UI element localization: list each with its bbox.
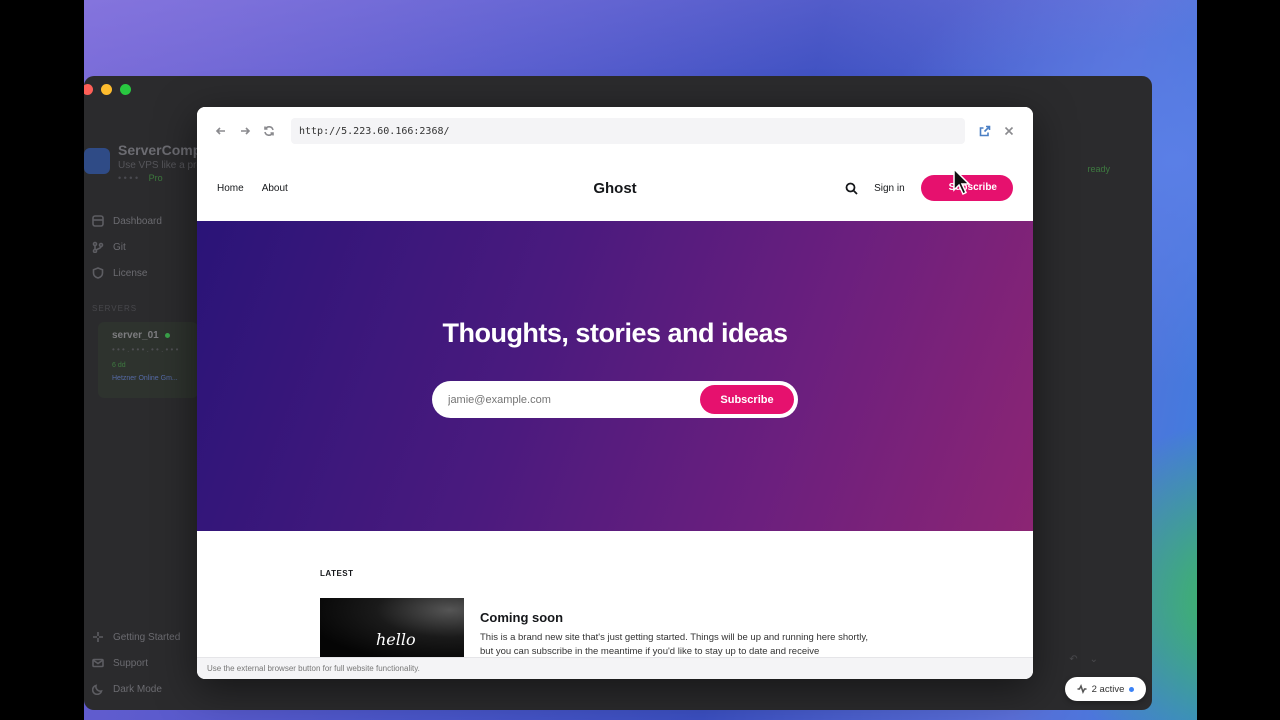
server-card[interactable]: server_01 • • • . • • • . • • . • • • 6 … (98, 322, 198, 398)
open-external-button[interactable] (973, 119, 997, 143)
sidebar-item-git[interactable]: Git (92, 234, 162, 260)
mouse-cursor-icon (953, 168, 971, 196)
sidebar-item-getting-started[interactable]: Getting Started (92, 624, 180, 650)
nav-link-about[interactable]: About (262, 183, 288, 194)
post-excerpt: This is a brand new site that's just get… (480, 632, 869, 657)
hero-section: Thoughts, stories and ideas Subscribe (197, 221, 1033, 531)
post-title[interactable]: Coming soon (480, 610, 872, 625)
status-dot (1129, 686, 1135, 692)
post-feed: LATEST hello Coming soon This is a brand… (197, 531, 1033, 657)
active-count-label: 2 active (1091, 683, 1125, 695)
sparkle-icon (93, 632, 103, 642)
site-header-actions: Sign in Subscribe (845, 175, 1013, 201)
undo-icon[interactable]: ↶ (1069, 654, 1077, 665)
server-ip: • • • . • • • . • • . • • • (112, 345, 179, 354)
browser-footer-note: Use the external browser button for full… (197, 657, 1033, 679)
subscribe-button[interactable]: Subscribe (700, 385, 794, 414)
browser-modal: http://5.223.60.166:2368/ Home About Gho… (197, 107, 1033, 679)
sidebar-nav: Dashboard Git License (92, 208, 162, 286)
sidebar-item-support[interactable]: Support (92, 650, 180, 676)
url-bar[interactable]: http://5.223.60.166:2368/ (291, 118, 965, 144)
status-badge: ready (1087, 164, 1110, 174)
sidebar: ServerCompass Use VPS like a pro • • • •… (84, 76, 225, 710)
email-field[interactable] (448, 393, 700, 406)
post-thumbnail[interactable]: hello (320, 598, 464, 657)
sidebar-item-label: License (113, 267, 148, 279)
back-button[interactable] (209, 119, 233, 143)
forward-button[interactable] (233, 119, 257, 143)
hero-title: Thoughts, stories and ideas (442, 318, 788, 348)
ghost-site: Home About Ghost Sign in Subscribe Thoug… (197, 155, 1033, 657)
browser-toolbar: http://5.223.60.166:2368/ (197, 107, 1033, 155)
post-card[interactable]: hello Coming soon This is a brand new si… (320, 598, 1033, 657)
sidebar-bottom-nav: Getting Started Support Dark Mode (92, 624, 180, 702)
sidebar-item-label: Dark Mode (113, 683, 162, 695)
grid-icon (92, 215, 104, 227)
status-dot (164, 333, 170, 338)
close-icon (1004, 126, 1014, 136)
server-name: server_01 (112, 330, 184, 341)
arrow-right-icon (241, 127, 251, 135)
close-modal-button[interactable] (997, 119, 1021, 143)
active-count-pill[interactable]: 2 active (1065, 677, 1146, 701)
site-header: Home About Ghost Sign in Subscribe (197, 155, 1033, 221)
sidebar-item-dashboard[interactable]: Dashboard (92, 208, 162, 234)
shield-icon (92, 267, 104, 279)
servers-section-label: SERVERS (92, 304, 138, 313)
search-icon[interactable] (845, 182, 858, 195)
history-controls: ↶ ⌄ (1069, 654, 1098, 665)
sidebar-item-label: Getting Started (113, 631, 181, 643)
site-nav-links: Home About (217, 183, 288, 194)
thumbnail-text: hello (376, 630, 416, 649)
post-body: Coming soon This is a brand new site tha… (480, 598, 872, 657)
refresh-icon (264, 126, 274, 136)
sidebar-item-label: Support (113, 657, 149, 669)
section-heading: LATEST (320, 569, 354, 578)
external-link-icon (979, 125, 991, 137)
nav-link-home[interactable]: Home (217, 183, 244, 194)
sidebar-item-license[interactable]: License (92, 260, 162, 286)
arrow-left-icon (215, 127, 225, 135)
server-tag: 6 dd (112, 362, 126, 369)
app-logo (84, 148, 110, 174)
sign-in-link[interactable]: Sign in (874, 183, 905, 194)
activity-icon (1077, 684, 1087, 694)
moon-icon (92, 684, 103, 695)
mail-icon (92, 658, 104, 668)
sidebar-item-dark-mode[interactable]: Dark Mode (92, 676, 180, 702)
newsletter-form: Subscribe (432, 381, 798, 418)
sidebar-item-label: Dashboard (113, 215, 162, 227)
chevron-down-icon[interactable]: ⌄ (1090, 654, 1098, 665)
reload-button[interactable] (257, 119, 281, 143)
git-branch-icon (92, 241, 104, 253)
server-host: Hetzner Online Gm... (112, 375, 178, 382)
sidebar-item-label: Git (113, 241, 126, 253)
